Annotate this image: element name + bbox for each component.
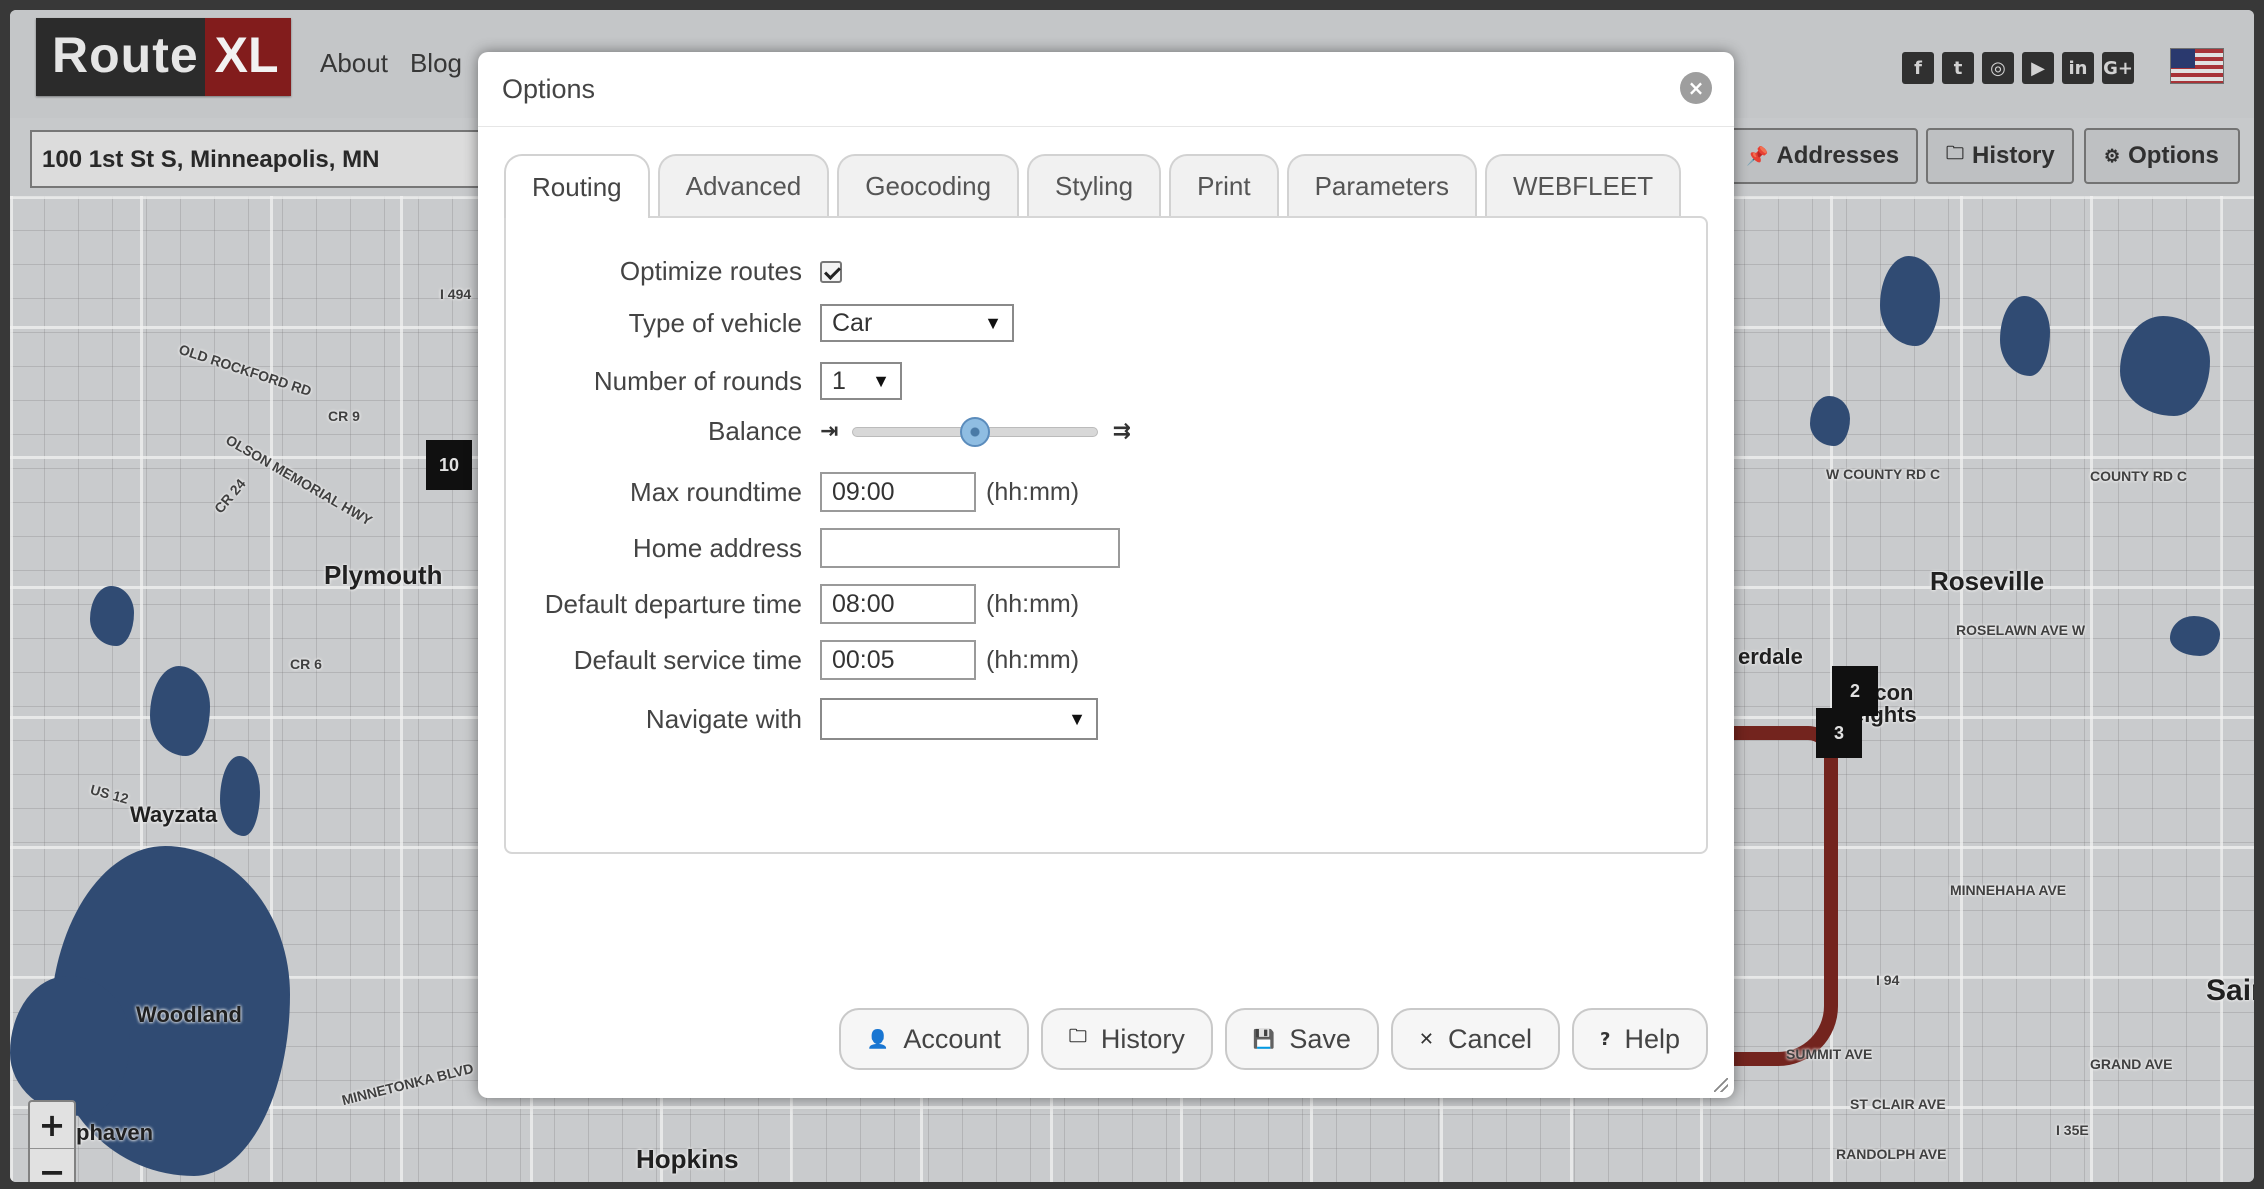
help-label: Help [1624,1023,1680,1054]
rounds-row: Number of rounds 1 ▼ [506,362,902,400]
max-roundtime-label: Max roundtime [630,476,802,507]
vehicle-row: Type of vehicle Car ▼ [506,304,1014,342]
close-icon: ✕ [1418,1028,1434,1050]
help-button[interactable]: ? Help [1572,1008,1708,1070]
departure-hint: (hh:mm) [986,589,1080,618]
dialog-buttons: 👤 Account 🗀 History 💾 Save ✕ Cancel ? He… [838,1008,1708,1070]
dialog-header-divider [478,126,1734,127]
account-button[interactable]: 👤 Account [838,1008,1029,1070]
save-label: Save [1289,1023,1351,1054]
tab-geocoding[interactable]: Geocoding [837,154,1020,216]
help-icon: ? [1600,1028,1611,1050]
balance-slider-handle[interactable] [960,416,991,447]
optimize-label: Optimize routes [619,256,802,286]
service-row: Default service time (hh:mm) [506,640,1079,680]
chevron-down-icon: ▼ [1068,708,1086,729]
chevron-down-icon: ▼ [984,312,1002,333]
navigate-label: Navigate with [645,703,802,734]
navigate-row: Navigate with ▼ [506,698,1098,740]
save-icon: 💾 [1252,1028,1276,1050]
folder-icon: 🗀 [1068,1026,1087,1047]
departure-label: Default departure time [544,588,802,619]
balance-row: Balance ⇥ ⇉ [506,416,1131,447]
cancel-label: Cancel [1447,1023,1533,1054]
chevron-down-icon: ▼ [872,370,890,391]
service-time-input[interactable] [820,640,976,680]
resize-handle-icon[interactable] [1714,1078,1728,1092]
balance-slider[interactable] [852,416,1099,447]
tab-print[interactable]: Print [1169,154,1279,216]
optimize-row: Optimize routes [506,256,842,287]
max-roundtime-row: Max roundtime (hh:mm) [506,472,1079,512]
rounds-value: 1 [832,366,846,395]
tab-styling[interactable]: Styling [1027,154,1162,216]
multiple-routes-icon: ⇉ [1112,419,1131,444]
history-label: History [1100,1023,1185,1054]
tab-parameters[interactable]: Parameters [1286,154,1477,216]
options-tabs: Routing Advanced Geocoding Styling Print… [504,154,1682,218]
dialog-title: Options [502,74,596,104]
home-address-label: Home address [632,532,802,563]
vehicle-label: Type of vehicle [628,307,802,338]
routing-panel: Optimize routes Type of vehicle Car ▼ Nu… [504,216,1708,854]
history-button[interactable]: 🗀 History [1040,1008,1213,1070]
service-label: Default service time [573,644,802,675]
max-roundtime-hint: (hh:mm) [986,477,1080,506]
user-icon: 👤 [866,1028,890,1050]
home-address-input[interactable] [820,528,1120,568]
home-address-row: Home address [506,528,1120,568]
balance-label: Balance [708,416,802,446]
tab-routing[interactable]: Routing [504,154,650,218]
vehicle-select[interactable]: Car ▼ [820,304,1014,342]
rounds-select[interactable]: 1 ▼ [820,362,902,400]
tab-advanced[interactable]: Advanced [657,154,830,216]
tab-webfleet[interactable]: WEBFLEET [1484,154,1682,216]
close-icon[interactable]: × [1680,72,1712,104]
save-button[interactable]: 💾 Save [1224,1008,1379,1070]
navigate-with-select[interactable]: ▼ [820,698,1098,740]
service-hint: (hh:mm) [986,645,1080,674]
rounds-label: Number of rounds [593,365,802,396]
departure-row: Default departure time (hh:mm) [506,584,1079,624]
cancel-button[interactable]: ✕ Cancel [1390,1008,1561,1070]
account-label: Account [903,1023,1001,1054]
max-roundtime-input[interactable] [820,472,976,512]
options-dialog: Options × Routing Advanced Geocoding Sty… [478,52,1734,1098]
optimize-routes-checkbox[interactable] [820,260,842,283]
vehicle-value: Car [832,308,873,337]
single-route-icon: ⇥ [820,419,839,444]
departure-time-input[interactable] [820,584,976,624]
